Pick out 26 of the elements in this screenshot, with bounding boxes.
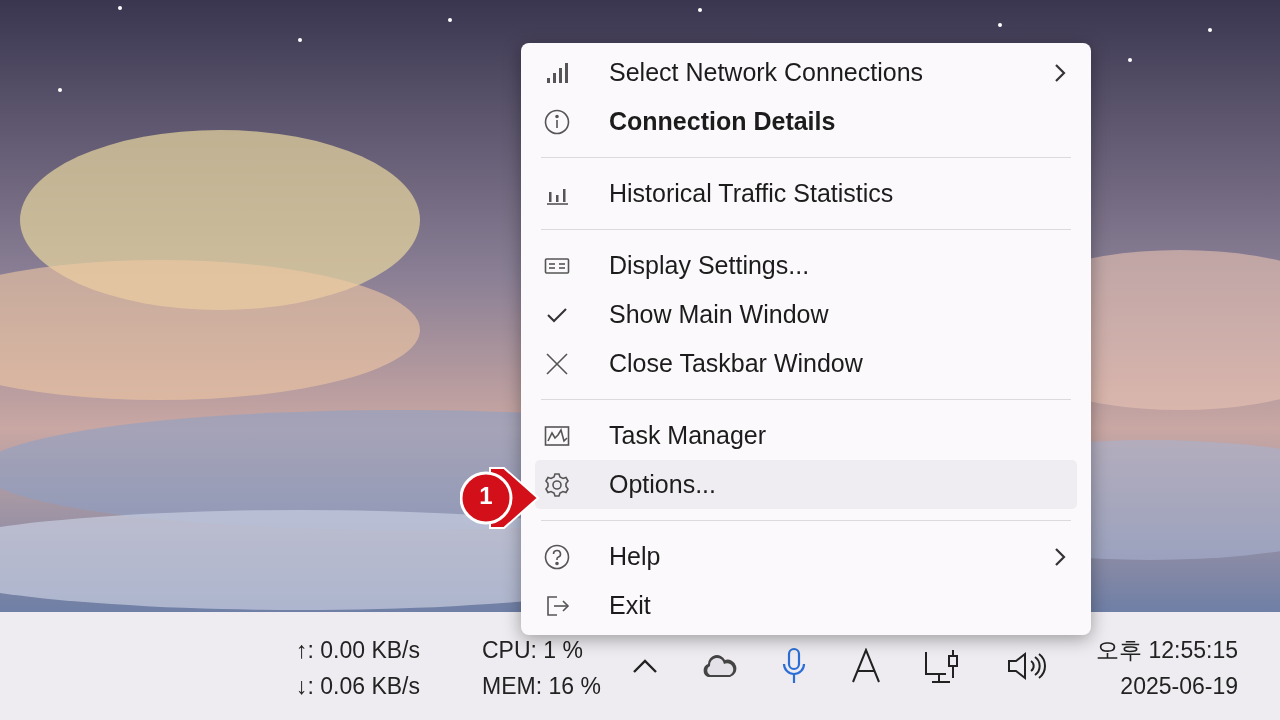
menu-item[interactable]: Close Taskbar Window xyxy=(535,339,1077,388)
menu-item[interactable]: Historical Traffic Statistics xyxy=(535,169,1077,218)
menu-item[interactable]: Task Manager xyxy=(535,411,1077,460)
chevron-right-icon xyxy=(1053,61,1067,84)
menu-item[interactable]: Show Main Window xyxy=(535,290,1077,339)
menu-item[interactable]: Select Network Connections xyxy=(535,48,1077,97)
clock-date[interactable]: 2025-06-19 xyxy=(1120,674,1238,698)
info-icon xyxy=(543,107,571,136)
menu-item[interactable]: Connection Details xyxy=(535,97,1077,146)
upload-speed: ↑: 0.00 KB/s xyxy=(296,638,421,662)
memory-usage: MEM: 16 % xyxy=(482,674,602,698)
gear-icon xyxy=(543,470,571,499)
help-icon xyxy=(543,542,571,571)
chevron-up-icon[interactable] xyxy=(632,658,658,674)
menu-item[interactable]: Options... xyxy=(535,460,1077,509)
font-letter-icon[interactable] xyxy=(850,648,882,684)
cpu-usage: CPU: 1 % xyxy=(482,638,584,662)
chevron-right-icon xyxy=(1053,545,1067,568)
speaker-icon[interactable] xyxy=(1006,650,1046,682)
clock-time[interactable]: 오후 12:55:15 xyxy=(1096,638,1238,662)
menu-item[interactable]: Exit xyxy=(535,581,1077,630)
download-speed: ↓: 0.06 KB/s xyxy=(296,674,421,698)
menu-item[interactable]: Display Settings... xyxy=(535,241,1077,290)
callout-number: 1 xyxy=(478,481,494,511)
microphone-icon[interactable] xyxy=(780,647,808,685)
menu-item[interactable]: Help xyxy=(535,532,1077,581)
